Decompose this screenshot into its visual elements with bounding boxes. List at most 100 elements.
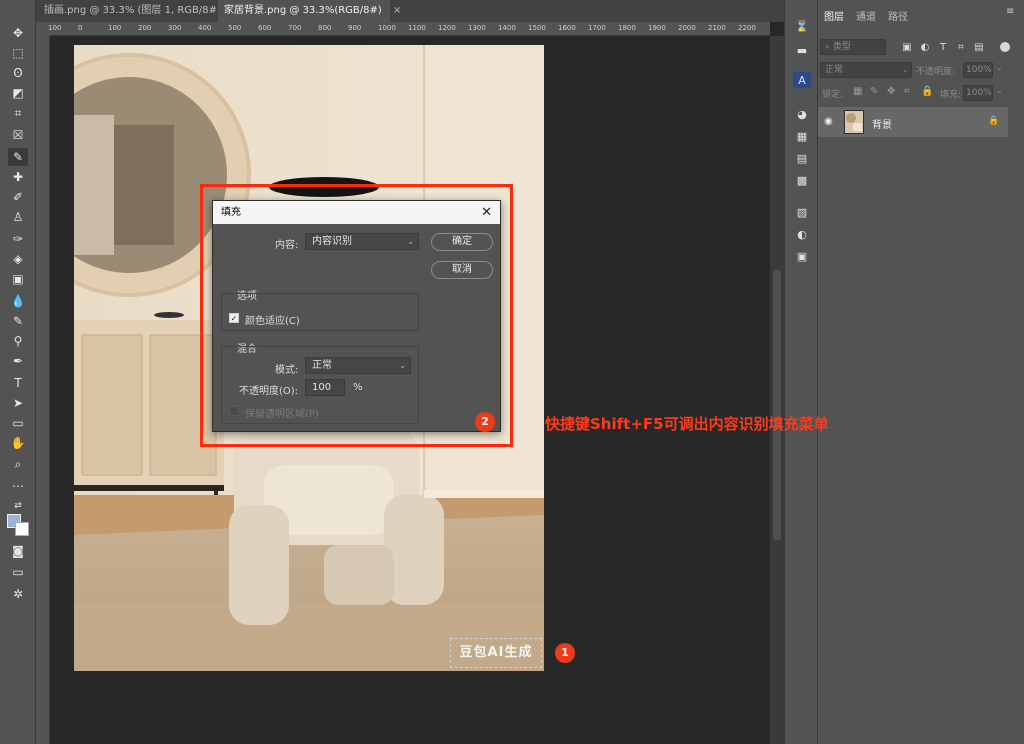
ruler-tick-label: 1000 (378, 24, 396, 32)
swap-colors-icon[interactable]: ⇄ (8, 497, 28, 515)
tab-label: 家居背景.png @ 33.3%(RGB/8#) (224, 5, 382, 16)
pen-tool-icon[interactable]: ✒ (8, 352, 28, 370)
layer-thumbnail (844, 110, 864, 134)
tab-channels[interactable]: 通道 (856, 8, 876, 23)
pixel-filter-icon[interactable]: ▣ (901, 41, 913, 53)
lock-all-icon[interactable]: 🔒 (921, 86, 933, 97)
tools-panel: ✥ ⬚ ʘ ◩ ⌗ ☒ ✎ ✚ ✐ ♙ ✑ ◈ ▣ 💧 ✎ ⚲ ✒ T ➤ ▭ … (0, 0, 36, 744)
generative-ai-icon[interactable]: ✲ (8, 585, 28, 603)
fill-label: 填充: (940, 90, 962, 100)
smart-object-filter-icon[interactable]: ▤ (973, 41, 985, 53)
comments-icon[interactable]: ▬ (793, 42, 811, 58)
step-badge-2: 2 (475, 412, 495, 432)
ruler-tick-label: 100 (108, 24, 122, 32)
fill-field[interactable]: 100% (963, 85, 993, 101)
tab-home-background[interactable]: 家居背景.png @ 33.3%(RGB/8#) × (218, 0, 401, 22)
highlight-box (200, 184, 513, 447)
crop-tool-icon[interactable]: ⌗ (8, 104, 28, 122)
ruler-tick-label: 1800 (618, 24, 636, 32)
frame-tool-icon[interactable]: ☒ (8, 126, 28, 144)
history-icon[interactable]: ⌛ (793, 18, 811, 34)
background-color-swatch[interactable] (15, 522, 29, 536)
search-icon: ⌕ (825, 42, 833, 52)
blend-mode-value: 正常 (825, 65, 844, 75)
visibility-eye-icon[interactable]: ◉ (824, 116, 833, 127)
eraser-tool-icon[interactable]: ◈ (8, 250, 28, 268)
layer-filter-select[interactable]: ⌕ 类型 (820, 39, 886, 55)
shape-filter-icon[interactable]: ⌗ (955, 41, 967, 53)
patterns-icon[interactable]: ▩ (793, 172, 811, 188)
more-tools-icon[interactable]: ⋯ (8, 477, 28, 495)
lock-image-icon[interactable]: ✎ (870, 86, 878, 97)
character-icon[interactable]: A (793, 72, 811, 88)
ruler-tick-label: 0 (78, 24, 83, 32)
libraries-icon[interactable]: ▧ (793, 204, 811, 220)
blur-tool-icon[interactable]: 💧 (8, 292, 28, 310)
ruler-tick-label: 2000 (678, 24, 696, 32)
adjustments-icon[interactable]: ◐ (793, 226, 811, 242)
ruler-tick-label: 1100 (408, 24, 426, 32)
close-icon[interactable]: × (393, 5, 401, 16)
horizontal-ruler[interactable]: 100 0 100 200 300 400 500 600 700 800 900 1000 1100 1… (48, 22, 770, 36)
healing-brush-tool-icon[interactable]: ✚ (8, 168, 28, 186)
zoom-tool-icon[interactable]: ⌕ (8, 455, 28, 473)
panel-menu-icon[interactable]: ≡ (1006, 6, 1014, 17)
collapsed-panels: ⌛ ▬ A ◕ ▦ ▤ ▩ ▧ ◐ ▣ (784, 0, 818, 744)
layer-name[interactable]: 背景 (872, 116, 892, 131)
vertical-ruler[interactable] (36, 36, 50, 744)
gradients-icon[interactable]: ▤ (793, 150, 811, 166)
chevron-down-icon[interactable]: ⌄ (996, 86, 1003, 95)
layer-row[interactable]: ◉ 背景 🔒 (818, 107, 1008, 137)
color-palette-icon[interactable]: ◕ (793, 106, 811, 122)
path-select-tool-icon[interactable]: ➤ (8, 394, 28, 412)
screen-mode-icon[interactable]: ▭ (8, 563, 28, 581)
ruler-tick-label: 500 (228, 24, 242, 32)
lock-position-icon[interactable]: ✥ (887, 86, 895, 97)
type-tool-icon[interactable]: T (8, 374, 28, 392)
ruler-tick-label: 1500 (528, 24, 546, 32)
adjustment-filter-icon[interactable]: ◐ (919, 41, 931, 53)
filter-toggle[interactable] (1000, 42, 1010, 52)
eyedropper-tool-icon[interactable]: ✎ (8, 148, 28, 166)
brush-tool-icon[interactable]: ✐ (8, 188, 28, 206)
hand-tool-icon[interactable]: ✋ (8, 434, 28, 452)
tab-paths[interactable]: 路径 (888, 8, 908, 23)
ruler-tick-label: 1600 (558, 24, 576, 32)
quick-mask-icon[interactable]: ◙ (8, 542, 28, 560)
lasso-tool-icon[interactable]: ʘ (8, 64, 28, 82)
ruler-tick-label: 800 (318, 24, 332, 32)
ruler-tick-label: 1400 (498, 24, 516, 32)
tab-label: 插画.png @ 33.3% (图层 1, RGB/8#) * (44, 5, 230, 16)
ai-watermark: 豆包AI生成 (450, 638, 542, 668)
properties-icon[interactable]: ▣ (793, 248, 811, 264)
burn-tool-icon[interactable]: ⚲ (8, 332, 28, 350)
swatches-icon[interactable]: ▦ (793, 128, 811, 144)
lock-icon[interactable]: 🔒 (988, 116, 999, 126)
filter-type-label: 类型 (832, 42, 851, 52)
opacity-field[interactable]: 100% (963, 62, 993, 78)
opacity-label: 不透明度: (916, 67, 956, 77)
scrollbar-thumb[interactable] (773, 270, 781, 540)
rectangle-tool-icon[interactable]: ▭ (8, 414, 28, 432)
lock-label: 锁定: (822, 90, 844, 100)
object-select-tool-icon[interactable]: ◩ (8, 84, 28, 102)
type-filter-icon[interactable]: T (937, 41, 949, 53)
tab-illustration[interactable]: 插画.png @ 33.3% (图层 1, RGB/8#) * × (38, 0, 249, 22)
ruler-tick-label: 300 (168, 24, 182, 32)
history-brush-tool-icon[interactable]: ✑ (8, 230, 28, 248)
ruler-tick-label: 400 (198, 24, 212, 32)
tab-layers[interactable]: 图层 (824, 8, 844, 23)
ruler-tick-label: 900 (348, 24, 362, 32)
ruler-tick-label: 2200 (738, 24, 756, 32)
lock-pixels-icon[interactable]: ▦ (853, 86, 862, 97)
clone-stamp-tool-icon[interactable]: ♙ (8, 208, 28, 226)
dodge-tool-icon[interactable]: ✎ (8, 312, 28, 330)
blend-mode-select[interactable]: 正常 ⌄ (820, 62, 912, 78)
move-tool-icon[interactable]: ✥ (8, 24, 28, 42)
gradient-tool-icon[interactable]: ▣ (8, 270, 28, 288)
marquee-tool-icon[interactable]: ⬚ (8, 44, 28, 62)
lock-artboard-icon[interactable]: ⌗ (904, 86, 910, 97)
chevron-down-icon[interactable]: ⌄ (996, 63, 1003, 72)
ruler-tick-label: 1900 (648, 24, 666, 32)
chevron-down-icon: ⌄ (902, 66, 908, 74)
